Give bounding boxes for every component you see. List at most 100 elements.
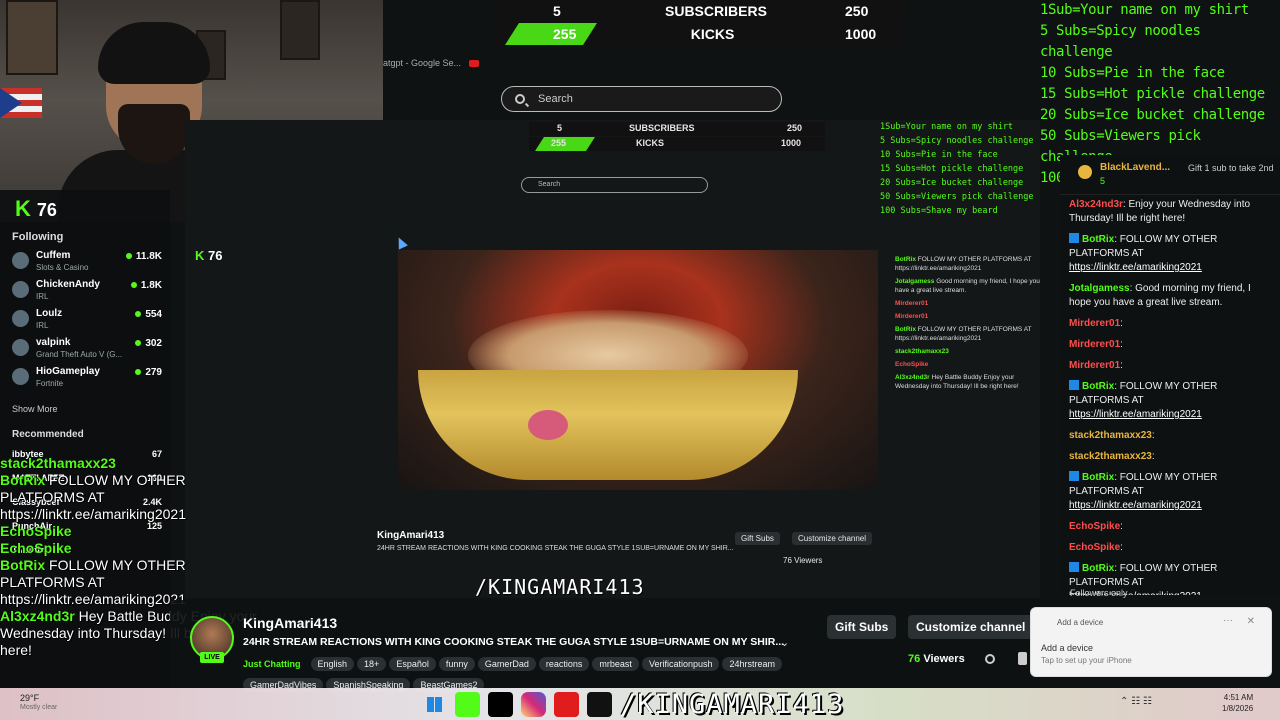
show-more-link[interactable]: Show More <box>12 404 58 414</box>
pinned-gifter[interactable]: BlackLavend... 5 Gift 1 sub to take 2nd <box>1060 155 1280 195</box>
chat-link[interactable]: https://linktr.ee/amariking2021 <box>1069 500 1202 511</box>
system-tray[interactable]: ⌃ ☷ ☷ <box>1120 696 1152 707</box>
instagram-icon <box>521 692 546 717</box>
overlay-chat-message: stack2thamaxx23 <box>0 455 260 472</box>
chat-username: EchoSpike <box>0 540 72 556</box>
more-icon[interactable]: ··· <box>1223 615 1233 626</box>
tag-chip[interactable]: English <box>310 657 355 671</box>
chat-message: BotRix: FOLLOW MY OTHER PLATFORMS AT htt… <box>1069 471 1218 511</box>
browser-tab[interactable]: atgpt - Google Se... <box>383 58 480 68</box>
gift-subs-button[interactable]: Gift Subs <box>827 615 897 639</box>
tag-chip[interactable]: reactions <box>538 657 590 671</box>
chat-username[interactable]: BotRix <box>1082 563 1114 574</box>
recommended-title: Recommended <box>12 429 84 440</box>
channel-name: valpink <box>36 337 71 348</box>
sidebar-item-cuffem[interactable]: Cuffem Slots & Casino 11.8K <box>12 250 162 279</box>
chat-username[interactable]: BotRix <box>1082 472 1114 483</box>
kick-logo-icon: K <box>15 196 31 221</box>
tag-chip[interactable]: GamerDad <box>477 657 536 671</box>
close-icon[interactable]: ✕ <box>1247 616 1255 627</box>
chat-username[interactable]: stack2thamaxx23 <box>1069 430 1152 441</box>
chat-message: BotRix: FOLLOW MY OTHER PLATFORMS AT htt… <box>1069 380 1218 420</box>
chat-username[interactable]: BotRix <box>1082 234 1114 245</box>
tag-chip[interactable]: mrbeast <box>592 657 639 671</box>
share-icon[interactable] <box>985 654 995 664</box>
viewer-count-display: 76 Viewers <box>908 653 965 665</box>
windows-start-icon[interactable] <box>427 697 442 712</box>
chat-panel: BlackLavend... 5 Gift 1 sub to take 2nd … <box>1060 155 1280 595</box>
goal-item: 20 Subs=Ice bucket challenge <box>1040 107 1265 123</box>
sub-goals: 1Sub=Your name on my shirt 5 Subs=Spicy n… <box>1040 0 1280 186</box>
chat-username[interactable]: Mirderer01 <box>1069 318 1120 329</box>
chat-username[interactable]: Al3x24nd3r <box>1069 199 1123 210</box>
sidebar-item-chickenandy[interactable]: ChickenAndy IRL 1.8K <box>12 279 162 308</box>
viewer-count: K 76 <box>15 196 57 221</box>
tag-chip[interactable]: funny <box>438 657 475 671</box>
avatar <box>12 281 29 298</box>
youtube-icon <box>469 60 480 68</box>
following-list: Cuffem Slots & Casino 11.8K ChickenAndy IRL 1… <box>12 250 162 395</box>
search-icon <box>515 94 525 104</box>
chat-link[interactable]: https://linktr.ee/amariking2021 <box>1069 409 1202 420</box>
channel-name: ChickenAndy <box>36 279 100 290</box>
chat-username: Al3xz4nd3r <box>0 608 75 624</box>
nested-goal-item: 15 Subs=Hot pickle challenge <box>880 164 1024 174</box>
chat-message: Mirderer01: <box>1069 339 1123 350</box>
nested-chat-message: Jotalgamess Good morning my friend, I ho… <box>895 278 1040 294</box>
chat-username[interactable]: Mirderer01 <box>1069 339 1120 350</box>
sidebar-item-valpink[interactable]: valpink Grand Theft Auto V (G... 302 <box>12 337 162 366</box>
chat-username[interactable]: Jotalgamess <box>1069 283 1130 294</box>
chat-username: EchoSpike <box>0 523 72 539</box>
viewer-count: 554 <box>135 309 162 320</box>
kicks-label: KICKS <box>690 26 735 42</box>
channel-category: Slots & Casino <box>36 263 89 272</box>
search-input[interactable]: Search <box>501 86 782 112</box>
sidebar-item-loulz[interactable]: Loulz IRL 554 <box>12 308 162 337</box>
overlay-chat-message: EchoSpike <box>0 540 260 557</box>
channel-category: Fortnite <box>36 379 64 388</box>
device-notification[interactable]: Add a device ··· ✕ Add a device Tap to s… <box>1030 607 1272 677</box>
chat-message: Mirderer01: <box>1069 360 1123 371</box>
more-options-icon[interactable] <box>1018 652 1027 665</box>
sub-goal-stats: 5 SUBSCRIBERS 250 255 KICKS 1000 <box>495 0 905 46</box>
tag-chip[interactable]: Español <box>389 657 436 671</box>
flag <box>0 88 42 118</box>
nested-goal-item: 50 Subs=Viewers pick challenge <box>880 192 1034 202</box>
chat-username[interactable]: EchoSpike <box>1069 521 1120 532</box>
goal-item: 5 Subs=Spicy noodles challenge <box>1040 23 1201 60</box>
video-player[interactable] <box>398 250 878 490</box>
chat-username[interactable]: stack2thamaxx23 <box>1069 451 1152 462</box>
taskbar-clock[interactable]: 4:51 AM 1/8/2026 <box>1222 692 1253 714</box>
tag-chip[interactable]: 18+ <box>357 657 387 671</box>
weather-widget[interactable]: 29°F Mostly clear <box>20 693 57 713</box>
customize-channel-button[interactable]: Customize channel <box>908 615 1034 639</box>
chat-message: stack2thamaxx23: <box>1069 430 1155 441</box>
chat-username[interactable]: EchoSpike <box>1069 542 1120 553</box>
channel-name: Loulz <box>36 308 63 319</box>
chat-message: Mirderer01: <box>1069 318 1123 329</box>
viewer-count: 279 <box>135 367 162 378</box>
subs-label: SUBSCRIBERS <box>665 3 767 19</box>
tag-chip[interactable]: Verificationpush <box>641 657 720 671</box>
sidebar-item-hiogameplay[interactable]: HioGameplay Fortnite 279 <box>12 366 162 395</box>
chat-message: EchoSpike: <box>1069 542 1123 553</box>
avatar <box>12 368 29 385</box>
tag-chip[interactable]: 24hrstream <box>722 657 783 671</box>
streamer-name[interactable]: KingAmari413 <box>243 615 337 631</box>
nested-goal-item: 5 Subs=Spicy noodles challenge <box>880 136 1034 146</box>
nested-chat-message: EchoSpike <box>895 361 929 368</box>
goal-item: 10 Subs=Pie in the face <box>1040 65 1225 81</box>
social-handle-banner: /KINGAMARI413 <box>455 689 844 720</box>
chat-link[interactable]: https://linktr.ee/amariking2021 <box>1069 262 1202 273</box>
nested-goal-item: 100 Subs=Shave my beard <box>880 206 998 216</box>
chat-username[interactable]: BotRix <box>1082 381 1114 392</box>
chat-username[interactable]: Mirderer01 <box>1069 360 1120 371</box>
desktop: 5 SUBSCRIBERS 250 255 KICKS 1000 atgpt -… <box>0 0 1280 720</box>
chevron-down-icon[interactable]: ⌄ <box>780 636 789 649</box>
nested-chat: BotRix FOLLOW MY OTHER PLATFORMS AT http… <box>895 255 1040 395</box>
viewer-count: 11.8K <box>126 251 162 262</box>
followers-only-label: Followers only <box>1070 588 1128 598</box>
wall-poster <box>280 0 320 60</box>
tag-chip[interactable]: Just Chatting <box>243 657 308 671</box>
nested-goal-item: 20 Subs=Ice bucket challenge <box>880 178 1024 188</box>
